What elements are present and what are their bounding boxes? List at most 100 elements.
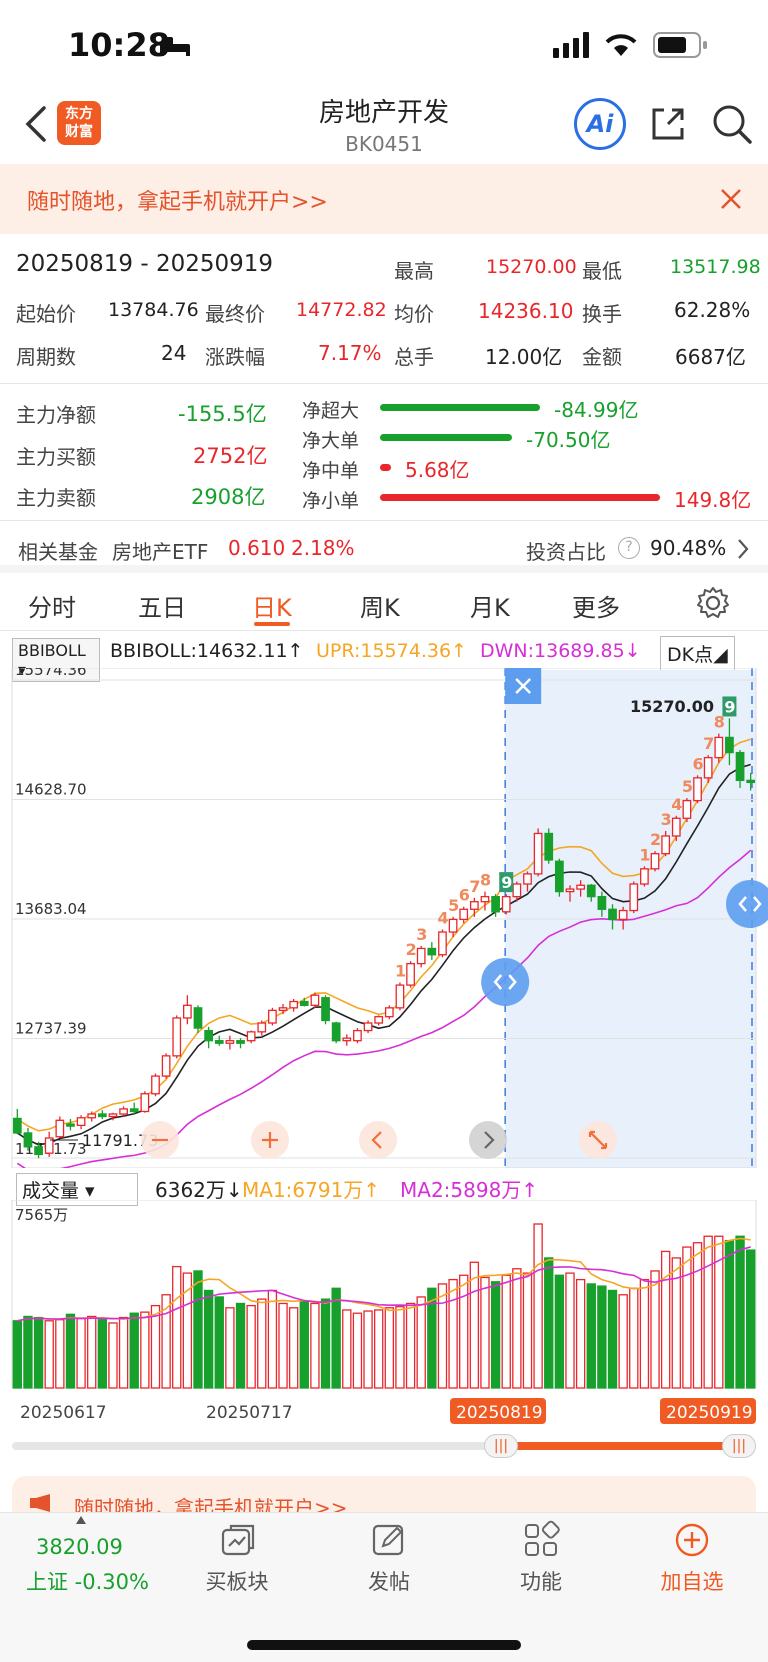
td-count-label: 4 xyxy=(437,908,448,927)
volume-current: 6362万↓ xyxy=(155,1178,243,1202)
settings-gear-icon[interactable] xyxy=(696,586,730,620)
volume-bar xyxy=(278,1302,288,1389)
candle xyxy=(193,1007,203,1029)
help-icon[interactable]: ? xyxy=(618,537,640,559)
candle xyxy=(299,1000,309,1006)
td-count-label: 6 xyxy=(459,886,470,905)
candle xyxy=(586,884,596,898)
battery-icon xyxy=(653,32,707,58)
nav-post[interactable]: 发帖 xyxy=(334,1566,444,1596)
volume-bar xyxy=(639,1278,650,1389)
tab-5[interactable]: 更多 xyxy=(572,588,620,623)
home-indicator xyxy=(247,1640,521,1650)
td-count-label: 9 xyxy=(501,873,512,892)
candle xyxy=(374,1016,384,1024)
volume-bar xyxy=(108,1322,118,1389)
candle xyxy=(629,883,639,912)
candle xyxy=(416,947,426,965)
promo-banner-text[interactable]: 随时随地，拿起手机就开户>> xyxy=(27,184,328,216)
search-icon[interactable] xyxy=(710,102,754,146)
volume-bar xyxy=(246,1304,256,1389)
td-count-label: 1 xyxy=(395,962,406,981)
candle xyxy=(278,1007,288,1012)
tab-1[interactable]: 五日 xyxy=(138,588,186,623)
volume-bar xyxy=(352,1312,363,1389)
candle xyxy=(225,1040,235,1044)
candle xyxy=(555,860,564,893)
tab-2[interactable]: 日K xyxy=(252,588,292,623)
index-value[interactable]: 3820.09 xyxy=(36,1535,123,1559)
index-label[interactable]: 上证 -0.30% xyxy=(26,1566,149,1596)
volume-bar xyxy=(459,1274,469,1389)
candle xyxy=(108,1113,118,1118)
avg-value: 14236.10 xyxy=(478,299,574,323)
tab-4[interactable]: 月K xyxy=(470,588,510,623)
volume-bar xyxy=(12,1320,23,1389)
volume-bar xyxy=(650,1270,660,1389)
ai-button[interactable]: Ai xyxy=(574,98,626,150)
candle xyxy=(214,1040,224,1044)
tab-3[interactable]: 周K xyxy=(360,588,400,623)
candle xyxy=(310,994,320,1006)
y-tick-label: 14628.70 xyxy=(15,781,87,799)
volume-bar xyxy=(682,1246,692,1389)
volume-bar xyxy=(629,1287,639,1389)
volume-bar xyxy=(203,1289,214,1389)
candle xyxy=(12,1117,22,1134)
tab-underline xyxy=(254,622,290,626)
buy-sector-icon[interactable] xyxy=(217,1520,257,1560)
close-icon[interactable] xyxy=(720,188,742,210)
candle xyxy=(576,884,585,890)
add-watchlist-icon[interactable] xyxy=(672,1520,712,1560)
candle xyxy=(565,888,575,893)
range-end-handle[interactable]: ||| xyxy=(722,1434,756,1458)
candle xyxy=(735,751,745,782)
caret-up-icon xyxy=(76,1516,86,1524)
candle xyxy=(204,1029,213,1042)
candle xyxy=(459,908,469,921)
nav-functions[interactable]: 功能 xyxy=(486,1566,596,1596)
high-value: 15270.00 xyxy=(486,256,577,278)
td-count-label: 2 xyxy=(406,940,417,959)
candle xyxy=(608,908,617,921)
nav-buy-sector[interactable]: 买板块 xyxy=(182,1566,292,1596)
flow-bar-label: 净小单 xyxy=(302,490,360,512)
candle xyxy=(693,777,702,802)
volume-bar xyxy=(512,1268,522,1389)
candle xyxy=(671,817,681,837)
candle xyxy=(129,1108,139,1113)
candle xyxy=(34,1146,43,1156)
functions-icon[interactable] xyxy=(521,1520,561,1560)
nav-add-watchlist[interactable]: 加自选 xyxy=(637,1566,747,1596)
date-marker-label: 20250819 xyxy=(456,1403,543,1423)
net-value: -155.5亿 xyxy=(178,402,267,426)
volume-bar xyxy=(172,1265,182,1389)
flow-bar-value: 5.68亿 xyxy=(405,458,470,482)
status-bar: 10:28 xyxy=(0,0,768,90)
tab-0[interactable]: 分时 xyxy=(28,588,76,623)
share-icon[interactable] xyxy=(648,104,688,144)
candle xyxy=(650,853,660,870)
candle xyxy=(55,1119,65,1138)
candle xyxy=(23,1132,33,1148)
amount-label: 金额 xyxy=(582,345,622,369)
range-start-handle[interactable]: ||| xyxy=(484,1434,518,1458)
candle xyxy=(438,931,447,956)
volume-bar xyxy=(55,1319,65,1389)
fund-name[interactable]: 房地产ETF xyxy=(112,536,208,565)
volume-bar xyxy=(469,1261,480,1389)
volume-bar xyxy=(76,1317,86,1389)
candlestick-chart[interactable]: 15574.3614628.7013683.0412737.3911791.73… xyxy=(0,668,768,1168)
flow-bar-label: 净大单 xyxy=(302,430,360,452)
volume-bar xyxy=(267,1289,278,1389)
turnover-value: 62.28% xyxy=(674,298,751,322)
post-icon[interactable] xyxy=(369,1520,409,1560)
dk-button[interactable]: DK点◢ xyxy=(660,636,735,671)
flow-bar xyxy=(380,434,512,441)
flow-bar-value: -84.99亿 xyxy=(554,398,639,422)
chevron-right-icon[interactable] xyxy=(736,538,750,560)
volume-bar xyxy=(522,1272,533,1389)
volume-bar xyxy=(23,1315,33,1389)
volume-bar xyxy=(65,1313,76,1389)
candle xyxy=(469,901,479,910)
